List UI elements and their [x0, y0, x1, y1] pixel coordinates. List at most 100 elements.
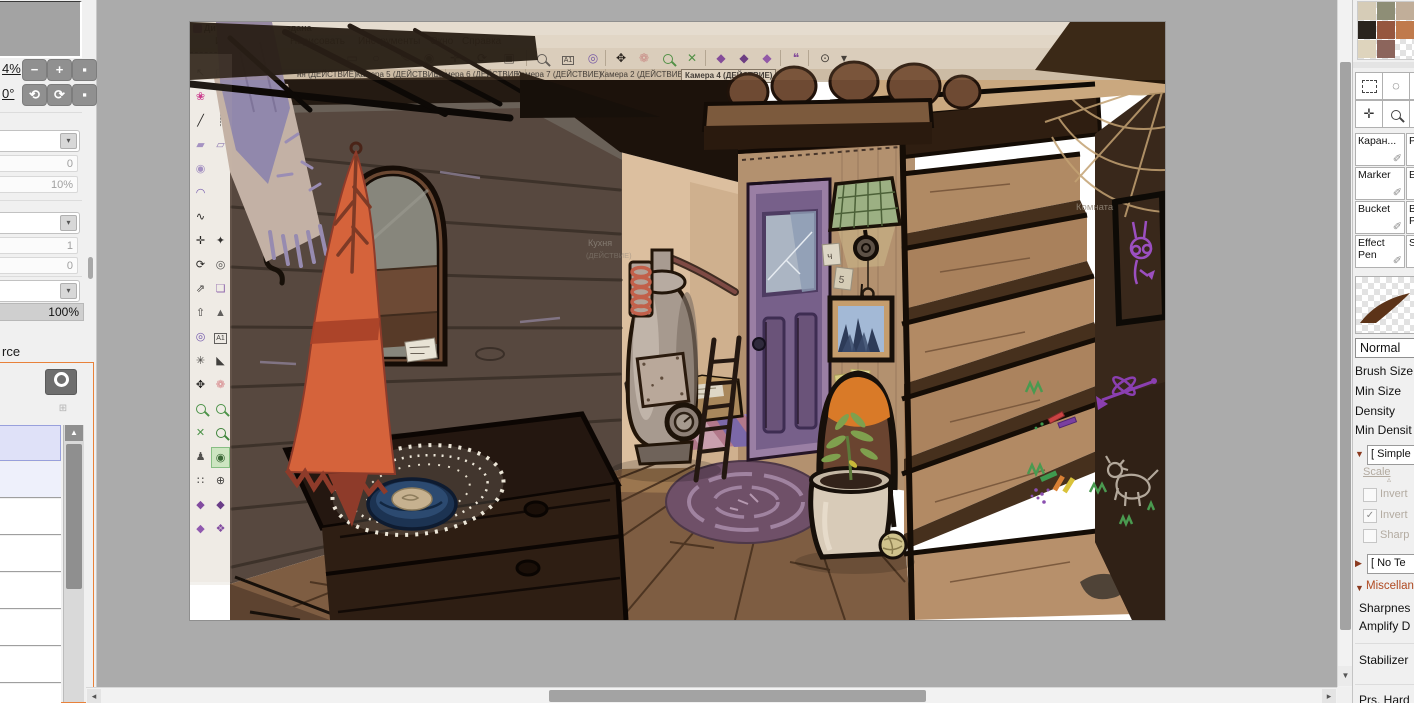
zoom-extents-icon[interactable]: ✕	[191, 423, 210, 444]
swatch-1-1[interactable]	[1377, 21, 1395, 39]
scene-tab-5[interactable]: Камера 4 (ДЕЙСТВИЕ)	[681, 69, 777, 83]
position-camera-icon[interactable]: ⊕	[211, 471, 230, 492]
scroll-right-icon[interactable]: ▸	[1322, 689, 1336, 703]
brush-cell-2-0[interactable]: Bucket ✐	[1355, 201, 1405, 234]
warehouse2-icon[interactable]: ◆	[211, 495, 230, 516]
rotate-cw-button[interactable]: ⟳	[47, 84, 72, 106]
rectangle-tool-icon[interactable]: ▭	[342, 50, 362, 66]
invert2-checkbox[interactable]: ✓	[1363, 509, 1377, 523]
slider-thumb-icon[interactable]: ▵	[1387, 475, 1391, 484]
brush-cell-3-0[interactable]: Effect Pen ✐	[1355, 235, 1405, 268]
lasso-tool[interactable]: ◌	[1382, 72, 1410, 100]
layers-scrollbar[interactable]: ▲	[63, 425, 84, 702]
extension-warehouse-icon[interactable]: ◆	[757, 50, 777, 66]
shape-tool-icon[interactable]: ◗	[211, 87, 230, 108]
zoom-tool-icon[interactable]	[191, 399, 210, 420]
move-tool[interactable]: ✛	[1355, 100, 1383, 128]
texture-dropdown[interactable]: [ No Te	[1367, 554, 1414, 574]
canvas-document[interactable]: Ди здана Из Вид Нарисовать Инструменты Окно С…	[190, 22, 1165, 620]
swatch-0-0[interactable]	[1358, 2, 1376, 20]
layers-scroll-up-icon[interactable]: ▲	[65, 425, 83, 441]
move-tool-icon[interactable]: ✛	[445, 50, 465, 66]
swatch-1-2[interactable]	[1396, 21, 1414, 39]
panel-resize-grip[interactable]	[88, 257, 93, 279]
blend-dropdown[interactable]: ▾	[0, 280, 80, 302]
select2-tool-icon[interactable]: ▢	[211, 63, 230, 84]
zoom-previous-icon[interactable]	[211, 423, 230, 444]
color-swatches[interactable]	[1357, 1, 1414, 60]
rotated-rect-icon[interactable]: ▱	[211, 135, 230, 156]
rotate-view-tool[interactable]	[1409, 100, 1414, 128]
move-tool-icon[interactable]: ✛	[191, 231, 210, 252]
zoom-value[interactable]: 4%	[2, 61, 21, 76]
account-icon[interactable]: ⊙	[815, 50, 835, 66]
zoom-tool-icon[interactable]	[532, 50, 552, 66]
brush-cell-2-1[interactable]: Bi Pe✐	[1406, 201, 1414, 234]
layer-row-6[interactable]	[0, 647, 61, 683]
brush-shape-dropdown[interactable]: [ Simple	[1367, 445, 1414, 465]
swatch-2-0[interactable]	[1358, 40, 1376, 58]
vertical-scrollbar[interactable]: ▼	[1337, 0, 1353, 687]
scene-tab-0[interactable]: ня (ДЕЙСТВИЕ)	[294, 69, 361, 81]
miscellanea-header[interactable]: Miscellane	[1366, 580, 1414, 592]
brush-cell-1-1[interactable]: Er✐	[1406, 167, 1414, 200]
horizontal-scrollbar[interactable]: ◂ ▸	[86, 687, 1337, 703]
components-icon[interactable]: ◆	[734, 50, 754, 66]
arc-tool-icon[interactable]: ◠	[191, 183, 210, 204]
blend-mode-dropdown[interactable]: Normal	[1355, 338, 1414, 358]
warehouse3-icon[interactable]: ◆	[191, 519, 210, 540]
swatch-0-2[interactable]	[1396, 2, 1414, 20]
circle-tool-icon[interactable]: ◉	[191, 159, 210, 180]
value-field-3[interactable]: 1	[0, 237, 78, 254]
scroll-down-icon[interactable]: ▼	[1338, 666, 1353, 686]
sketchup-menu-3[interactable]: Инструменты	[358, 36, 420, 47]
value-field-1[interactable]: 0	[0, 155, 78, 172]
sketchup-menu-4[interactable]: Окно	[430, 36, 453, 47]
layer-row-7[interactable]	[0, 684, 61, 703]
dimension-icon[interactable]: ◣	[211, 351, 230, 372]
circle-tool-icon[interactable]: ○	[366, 50, 386, 66]
look-around-icon[interactable]: ◉	[211, 447, 230, 468]
guide-tool-icon[interactable]: ┊	[211, 111, 230, 132]
new-layer-set-button[interactable]: ⊞	[49, 399, 77, 419]
followme-tool-icon[interactable]: ◉	[419, 50, 439, 66]
blank[interactable]	[211, 183, 230, 204]
section-open-icon[interactable]: ▼	[1355, 449, 1364, 459]
rotate-tool-icon[interactable]: ⟳	[472, 50, 492, 66]
angle-value[interactable]: 0°	[2, 86, 14, 101]
swatch-2-1[interactable]	[1377, 40, 1395, 58]
scroll-left-icon[interactable]: ◂	[87, 689, 101, 703]
tool-preset-dropdown[interactable]: ▾	[0, 130, 80, 152]
rotate-tool-icon[interactable]: ⟳	[191, 255, 210, 276]
zoom-in-button[interactable]: +	[47, 59, 72, 81]
pan-tool-icon[interactable]: ❁	[211, 375, 230, 396]
blank[interactable]	[211, 159, 230, 180]
layer-row-1[interactable]	[0, 462, 61, 498]
swatch-0-1[interactable]	[1377, 2, 1395, 20]
rectangle-tool-icon[interactable]: ▰	[191, 135, 210, 156]
navigator-preview[interactable]	[0, 1, 82, 58]
pan-tool-icon[interactable]: ❁	[634, 50, 654, 66]
warehouse-icon[interactable]: ◆	[711, 50, 731, 66]
section-closed-icon[interactable]: ▶	[1355, 558, 1362, 569]
scene-tab-2[interactable]: Камера 6 (ДЕЙСТВИЕ)	[433, 69, 526, 81]
paint-tool-icon[interactable]: ◎	[583, 50, 603, 66]
select-tool-icon[interactable]: ↖	[191, 63, 210, 84]
zoom-tool[interactable]	[1382, 100, 1410, 128]
feedback-icon[interactable]: ❝	[786, 50, 806, 66]
layer-row-0[interactable]	[0, 425, 61, 461]
canvas-workspace[interactable]: Ди здана Из Вид Нарисовать Инструменты Окно С…	[97, 0, 1337, 687]
zoom-reset-button[interactable]: ▪	[72, 59, 97, 81]
line-tool-icon[interactable]: ╱	[191, 111, 210, 132]
orbit-tool-icon[interactable]: ✥	[611, 50, 631, 66]
sketchup-menu-5[interactable]: Справка	[462, 36, 501, 47]
rect-select-tool[interactable]	[1355, 72, 1383, 100]
terrain-icon[interactable]: ▲	[211, 303, 230, 324]
wand-tool[interactable]	[1409, 72, 1414, 100]
sketchup-menu-0[interactable]: Из	[215, 36, 227, 47]
text-tool-icon[interactable]: A1	[211, 327, 230, 348]
dropdown-arrow-icon[interactable]: ▾	[60, 283, 77, 299]
scene-tab-1[interactable]: Камера 5 (ДЕЙСТВИЕ)	[353, 69, 446, 81]
orbit-tool-icon[interactable]: ✥	[191, 375, 210, 396]
invert1-checkbox[interactable]	[1363, 488, 1377, 502]
